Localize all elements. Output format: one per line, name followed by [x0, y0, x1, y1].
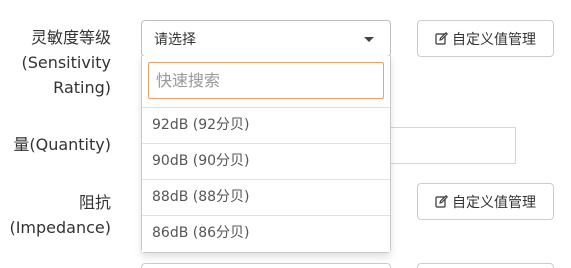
impedance-label: 阻抗 (Impedance) — [9, 190, 111, 240]
quantity-input[interactable] — [388, 127, 516, 164]
dropdown-search-input[interactable] — [149, 63, 383, 98]
dropdown-option[interactable]: 88dB (88分贝) — [142, 180, 390, 216]
quantity-label: 量(Quantity) — [13, 132, 111, 157]
impedance-label-line2: (Impedance) — [9, 218, 111, 237]
sensitivity-dropdown-menu: 92dB (92分贝) 90dB (90分贝) 88dB (88分贝) 86dB… — [141, 56, 391, 253]
impedance-custom-value-label: 自定义值管理 — [452, 194, 536, 211]
sensitivity-select-value: 请选择 — [154, 32, 196, 48]
sensitivity-select[interactable]: 请选择 — [141, 20, 391, 57]
dropdown-search-box — [148, 62, 384, 99]
sensitivity-label-line3: Rating) — [53, 78, 111, 97]
dropdown-option[interactable]: 86dB (86分贝) — [142, 216, 390, 252]
dropdown-option[interactable]: 92dB (92分贝) — [142, 108, 390, 144]
sensitivity-custom-value-label: 自定义值管理 — [452, 31, 536, 48]
impedance-label-line1: 阻抗 — [78, 193, 111, 212]
edit-icon — [435, 32, 448, 45]
caret-down-icon — [364, 37, 374, 42]
next-row-select[interactable] — [141, 263, 391, 268]
quantity-label-text: 量(Quantity) — [13, 135, 111, 154]
dropdown-option[interactable]: 90dB (90分贝) — [142, 144, 390, 180]
sensitivity-label-line1: 灵敏度等级 — [30, 28, 111, 47]
sensitivity-label: 灵敏度等级 (Sensitivity Rating) — [21, 25, 111, 100]
sensitivity-label-line2: (Sensitivity — [21, 53, 111, 72]
impedance-custom-value-button[interactable]: 自定义值管理 — [417, 183, 554, 220]
next-row-button[interactable] — [417, 263, 554, 268]
sensitivity-custom-value-button[interactable]: 自定义值管理 — [417, 20, 554, 57]
edit-icon — [435, 195, 448, 208]
product-attribute-form: 灵敏度等级 (Sensitivity Rating) 请选择 自定义值管理 量(… — [0, 0, 571, 268]
